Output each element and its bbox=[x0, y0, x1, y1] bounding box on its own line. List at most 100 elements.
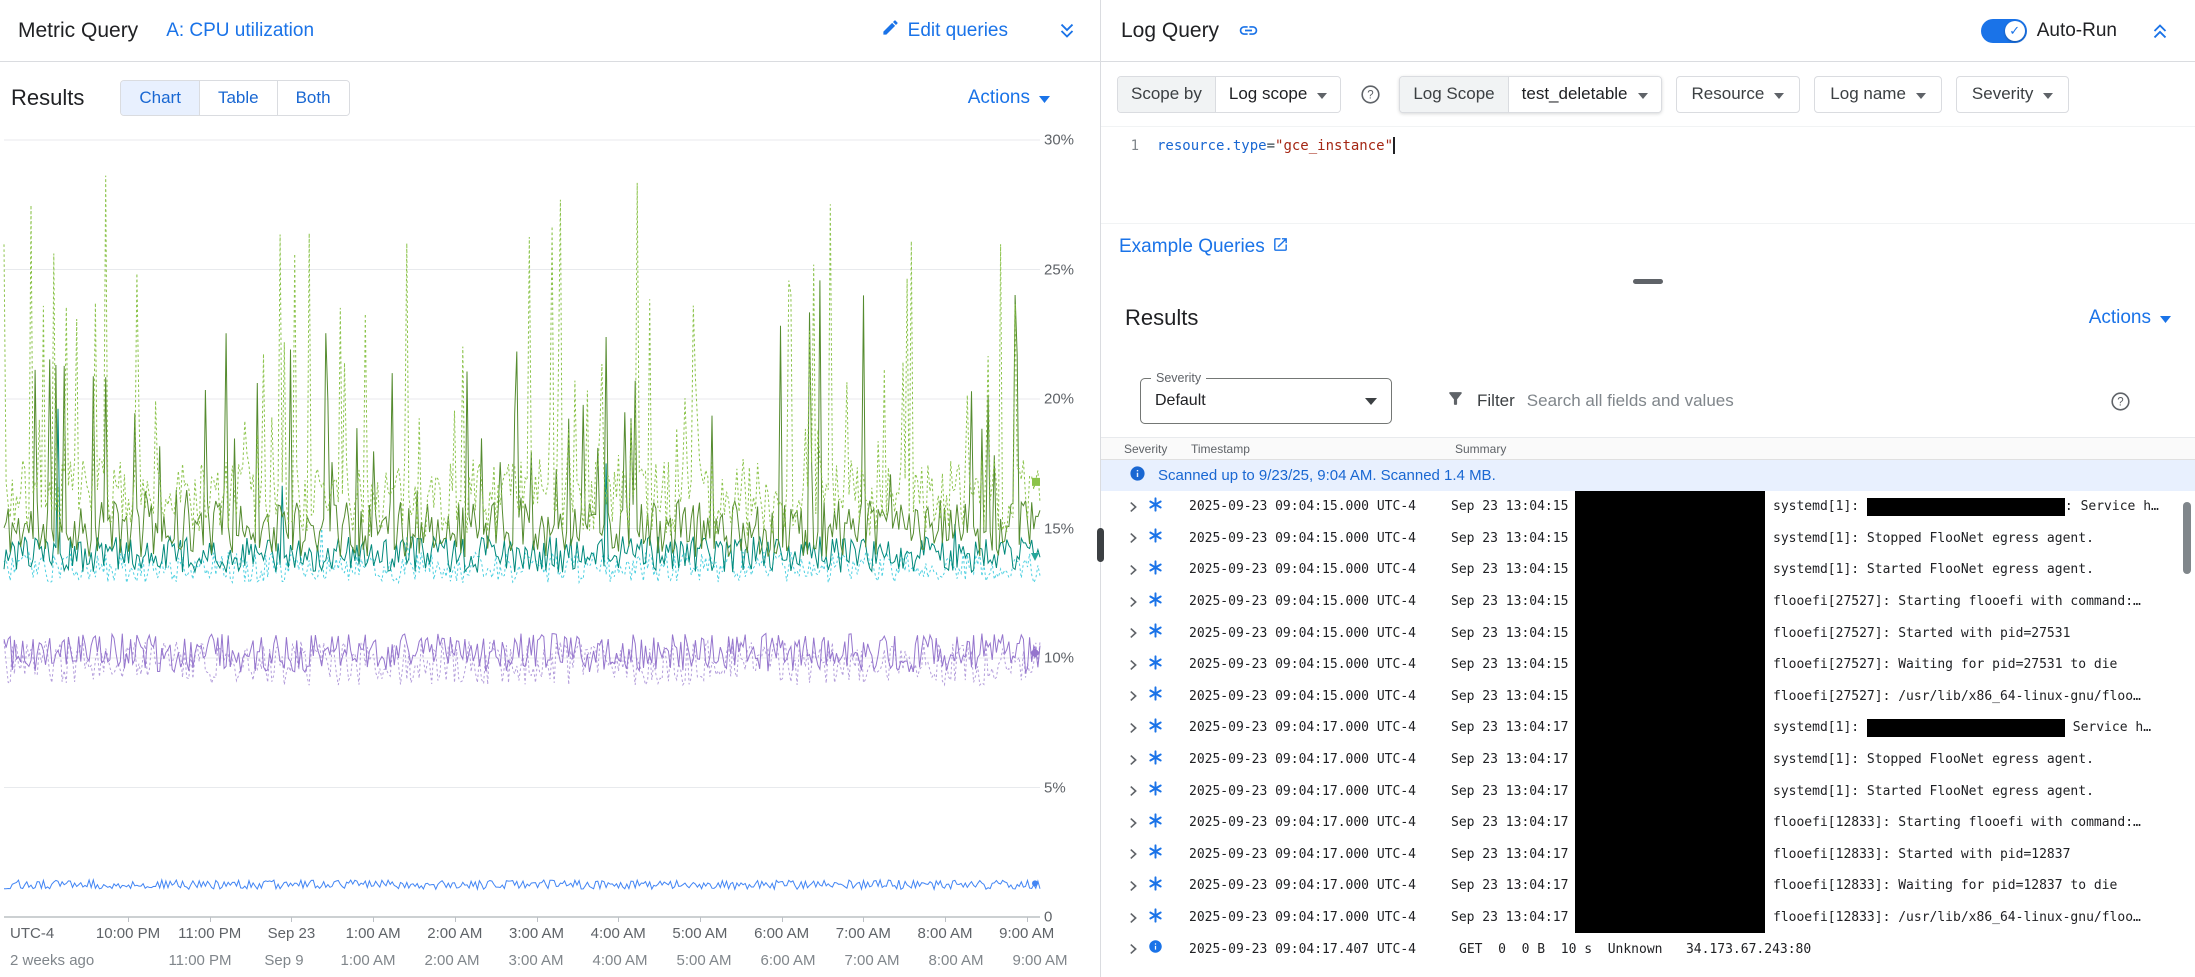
log-entry-row[interactable]: 2025-09-23 09:04:17.000 UTC-4 Sep 23 13:… bbox=[1101, 870, 2195, 902]
editor-code-line[interactable]: resource.type="gce_instance" bbox=[1157, 135, 1395, 223]
expand-chevron-icon[interactable] bbox=[1125, 878, 1143, 894]
log-message: flooefi[12833]: Waiting for pid=12837 to… bbox=[1773, 870, 2117, 902]
x-axis-compare-label: 4:00 AM bbox=[592, 952, 647, 969]
metric-query-name-link[interactable]: A: CPU utilization bbox=[166, 20, 314, 42]
splitter-handle[interactable] bbox=[1633, 279, 1663, 284]
auto-run-toggle[interactable]: ✓ bbox=[1981, 19, 2027, 43]
log-entry-row[interactable]: 2025-09-23 09:04:17.000 UTC-4 Sep 23 13:… bbox=[1101, 712, 2195, 744]
tab-table[interactable]: Table bbox=[200, 81, 278, 115]
x-axis-label: 5:00 AM bbox=[672, 925, 727, 942]
chart-plot[interactable] bbox=[4, 140, 1040, 917]
log-message-text: GET 0 0 B 10 s Unknown 34.173.67.243:80 bbox=[1459, 942, 1811, 957]
cpu-utilization-chart[interactable]: 30%25%20%15%10%5%0 UTC-410:00 PM11:00 PM… bbox=[0, 133, 1100, 977]
expand-chevron-icon[interactable] bbox=[1125, 783, 1143, 799]
redaction-block bbox=[1575, 554, 1765, 586]
severity-cell bbox=[1143, 655, 1167, 675]
log-message: systemd[1]: Service h… bbox=[1773, 712, 2151, 744]
log-entry-row[interactable]: 2025-09-23 09:04:15.000 UTC-4 Sep 23 13:… bbox=[1101, 649, 2195, 681]
log-summary: Sep 23 13:04:15 flooefi[27527]: Starting… bbox=[1451, 586, 2195, 618]
redaction-block bbox=[1575, 775, 1765, 807]
y-axis-label: 30% bbox=[1044, 132, 1074, 149]
expand-chevron-icon[interactable] bbox=[1125, 846, 1143, 862]
query-value-token: "gce_instance" bbox=[1275, 138, 1393, 154]
expand-chevron-icon[interactable] bbox=[1125, 752, 1143, 768]
log-entry-row[interactable]: 2025-09-23 09:04:17.000 UTC-4 Sep 23 13:… bbox=[1101, 902, 2195, 934]
severity-select[interactable]: Severity Default bbox=[1140, 378, 1392, 424]
x-axis-label: UTC-4 bbox=[10, 925, 54, 942]
filter-help-icon[interactable]: ? bbox=[2105, 386, 2135, 416]
severity-info-icon bbox=[1148, 939, 1163, 959]
caret-down-icon bbox=[1317, 84, 1327, 104]
panel-resize-grip[interactable] bbox=[1097, 528, 1104, 562]
syslog-time: Sep 23 13:04:15 bbox=[1451, 523, 1575, 555]
expand-chevron-icon[interactable] bbox=[1125, 941, 1143, 957]
log-entry-row[interactable]: 2025-09-23 09:04:17.000 UTC-4 Sep 23 13:… bbox=[1101, 807, 2195, 839]
log-entry-row[interactable]: 2025-09-23 09:04:15.000 UTC-4 Sep 23 13:… bbox=[1101, 586, 2195, 618]
filter-search-input[interactable] bbox=[1527, 391, 2093, 411]
log-timestamp: 2025-09-23 09:04:15.000 UTC-4 bbox=[1189, 531, 1451, 546]
log-entry-row[interactable]: 2025-09-23 09:04:15.000 UTC-4 Sep 23 13:… bbox=[1101, 491, 2195, 523]
severity-cell bbox=[1143, 718, 1167, 738]
expand-chevron-icon[interactable] bbox=[1125, 910, 1143, 926]
log-scope-dropdown[interactable]: Log scope bbox=[1216, 77, 1340, 112]
x-axis-compare-label: 9:00 AM bbox=[1012, 952, 1067, 969]
log-entry-row[interactable]: 2025-09-23 09:04:17.000 UTC-4 Sep 23 13:… bbox=[1101, 744, 2195, 776]
log-scope-selector: Log Scope test_deletable bbox=[1399, 76, 1661, 113]
caret-down-icon bbox=[2160, 307, 2171, 329]
collapse-panel-icon[interactable] bbox=[2145, 16, 2175, 46]
example-queries-link[interactable]: Example Queries bbox=[1119, 236, 1289, 259]
syslog-time: Sep 23 13:04:15 bbox=[1451, 491, 1575, 523]
log-timestamp: 2025-09-23 09:04:15.000 UTC-4 bbox=[1189, 657, 1451, 672]
text-cursor bbox=[1393, 137, 1395, 154]
log-entry-row[interactable]: 2025-09-23 09:04:15.000 UTC-4 Sep 23 13:… bbox=[1101, 617, 2195, 649]
inline-redaction bbox=[1867, 498, 2065, 516]
expand-chevron-icon[interactable] bbox=[1125, 657, 1143, 673]
log-name-filter-dropdown[interactable]: Log name bbox=[1814, 76, 1942, 113]
tab-chart[interactable]: Chart bbox=[121, 81, 200, 115]
expand-chevron-icon[interactable] bbox=[1125, 530, 1143, 546]
expand-chevron-icon[interactable] bbox=[1125, 499, 1143, 515]
expand-chevron-icon[interactable] bbox=[1125, 815, 1143, 831]
log-entry-row[interactable]: 2025-09-23 09:04:15.000 UTC-4 Sep 23 13:… bbox=[1101, 554, 2195, 586]
copy-link-icon[interactable] bbox=[1233, 16, 1263, 46]
metric-actions-button[interactable]: Actions bbox=[968, 87, 1050, 109]
log-scope-value-dropdown[interactable]: test_deletable bbox=[1509, 77, 1661, 112]
log-entry-row[interactable]: 2025-09-23 09:04:17.407 UTC-4 GET 0 0 B … bbox=[1101, 933, 2195, 965]
edit-queries-button[interactable]: Edit queries bbox=[881, 18, 1008, 43]
log-timestamp: 2025-09-23 09:04:17.000 UTC-4 bbox=[1189, 720, 1451, 735]
expand-queries-pane-icon[interactable] bbox=[1052, 16, 1082, 46]
expand-chevron-icon[interactable] bbox=[1125, 720, 1143, 736]
scope-help-icon[interactable]: ? bbox=[1355, 79, 1385, 109]
results-scrollbar-thumb[interactable] bbox=[2183, 502, 2191, 574]
expand-chevron-icon[interactable] bbox=[1125, 594, 1143, 610]
log-message-text: flooefi[12833]: /usr/lib/x86_64-linux-gn… bbox=[1773, 910, 2141, 925]
log-timestamp: 2025-09-23 09:04:15.000 UTC-4 bbox=[1189, 626, 1451, 641]
x-axis-label: 7:00 AM bbox=[836, 925, 891, 942]
expand-chevron-icon[interactable] bbox=[1125, 688, 1143, 704]
log-entry-row[interactable]: 2025-09-23 09:04:15.000 UTC-4 Sep 23 13:… bbox=[1101, 681, 2195, 713]
severity-default-icon bbox=[1148, 655, 1163, 675]
y-axis-label: 0 bbox=[1044, 909, 1052, 926]
severity-default-icon bbox=[1148, 623, 1163, 643]
log-entry-row[interactable]: 2025-09-23 09:04:17.000 UTC-4 Sep 23 13:… bbox=[1101, 839, 2195, 871]
tab-both[interactable]: Both bbox=[278, 81, 349, 115]
svg-text:?: ? bbox=[2117, 396, 2123, 408]
log-query-editor[interactable]: 1 resource.type="gce_instance" bbox=[1101, 126, 2195, 224]
log-entry-row[interactable]: 2025-09-23 09:04:17.000 UTC-4 Sep 23 13:… bbox=[1101, 775, 2195, 807]
log-entry-row[interactable]: 2025-09-23 09:04:15.000 UTC-4 Sep 23 13:… bbox=[1101, 523, 2195, 555]
expand-chevron-icon[interactable] bbox=[1125, 562, 1143, 578]
redaction-block bbox=[1575, 617, 1765, 649]
resource-filter-dropdown[interactable]: Resource bbox=[1676, 76, 1801, 113]
log-results-controls: Severity Default Filter ? bbox=[1101, 378, 2195, 424]
log-name-filter-label: Log name bbox=[1830, 84, 1906, 104]
expand-chevron-icon[interactable] bbox=[1125, 625, 1143, 641]
log-actions-button[interactable]: Actions bbox=[2089, 307, 2171, 329]
syslog-time: Sep 23 13:04:15 bbox=[1451, 649, 1575, 681]
severity-filter-dropdown[interactable]: Severity bbox=[1956, 76, 2069, 113]
severity-cell bbox=[1143, 592, 1167, 612]
severity-cell bbox=[1143, 528, 1167, 548]
y-axis-label: 20% bbox=[1044, 391, 1074, 408]
severity-default-icon bbox=[1148, 592, 1163, 612]
log-timestamp: 2025-09-23 09:04:17.000 UTC-4 bbox=[1189, 878, 1451, 893]
log-scope-value: test_deletable bbox=[1522, 84, 1628, 104]
